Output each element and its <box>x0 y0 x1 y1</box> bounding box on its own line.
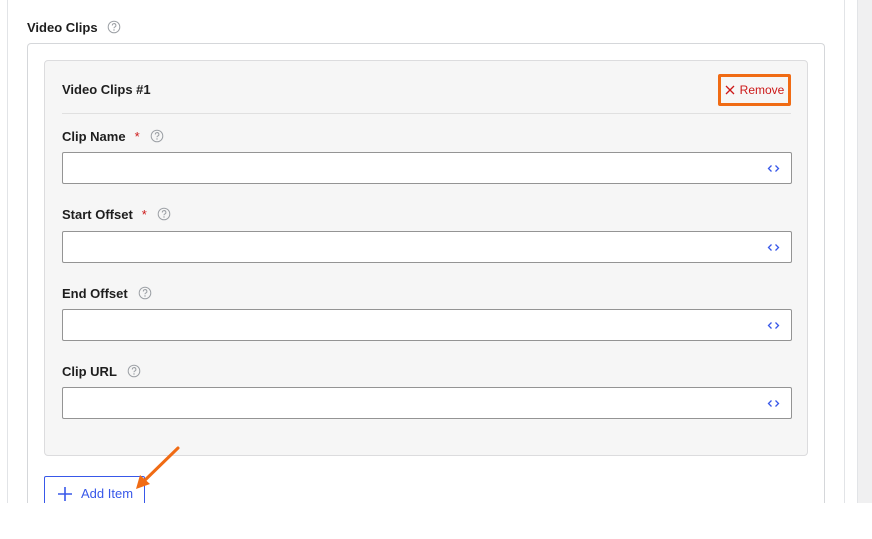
required-marker: * <box>134 128 140 144</box>
end-offset-field <box>62 309 792 341</box>
clip-url-field <box>62 387 792 419</box>
annotation-arrow-icon <box>136 446 180 489</box>
close-icon <box>725 85 735 95</box>
field-label-end-offset: End Offset <box>62 285 152 301</box>
section-title: Video Clips <box>27 19 98 35</box>
code-brackets-icon[interactable] <box>767 397 780 410</box>
clip-url-input[interactable] <box>63 388 791 418</box>
field-label-clip-url: Clip URL <box>62 363 141 379</box>
right-sidebar-edge <box>857 0 872 503</box>
remove-button[interactable]: Remove <box>718 74 791 106</box>
code-brackets-icon[interactable] <box>767 162 780 175</box>
question-circle-icon[interactable] <box>107 20 121 34</box>
field-label-start-offset: Start Offset * <box>62 206 171 222</box>
required-marker: * <box>141 206 147 222</box>
repeater-item: Video Clips #1 Remove Clip Name * Start … <box>44 60 808 456</box>
field-label-text: Start Offset <box>62 206 133 222</box>
field-label-text: End Offset <box>62 285 128 301</box>
section-header: Video Clips <box>27 18 121 36</box>
question-circle-icon[interactable] <box>138 286 152 300</box>
item-title: Video Clips #1 <box>62 82 151 97</box>
start-offset-field <box>62 231 792 263</box>
question-circle-icon[interactable] <box>150 129 164 143</box>
question-circle-icon[interactable] <box>157 207 171 221</box>
start-offset-input[interactable] <box>63 232 791 262</box>
clip-name-input[interactable] <box>63 153 791 183</box>
divider <box>62 113 791 114</box>
field-label-text: Clip Name <box>62 128 126 144</box>
remove-label: Remove <box>739 83 785 97</box>
add-item-label: Add Item <box>81 486 134 501</box>
plus-icon <box>56 485 74 503</box>
field-label-text: Clip URL <box>62 363 117 379</box>
code-brackets-icon[interactable] <box>767 241 780 254</box>
clip-name-field <box>62 152 792 184</box>
code-brackets-icon[interactable] <box>767 319 780 332</box>
question-circle-icon[interactable] <box>127 364 141 378</box>
end-offset-input[interactable] <box>63 310 791 340</box>
bottom-blank-area <box>0 503 872 539</box>
field-label-clip-name: Clip Name * <box>62 128 164 144</box>
